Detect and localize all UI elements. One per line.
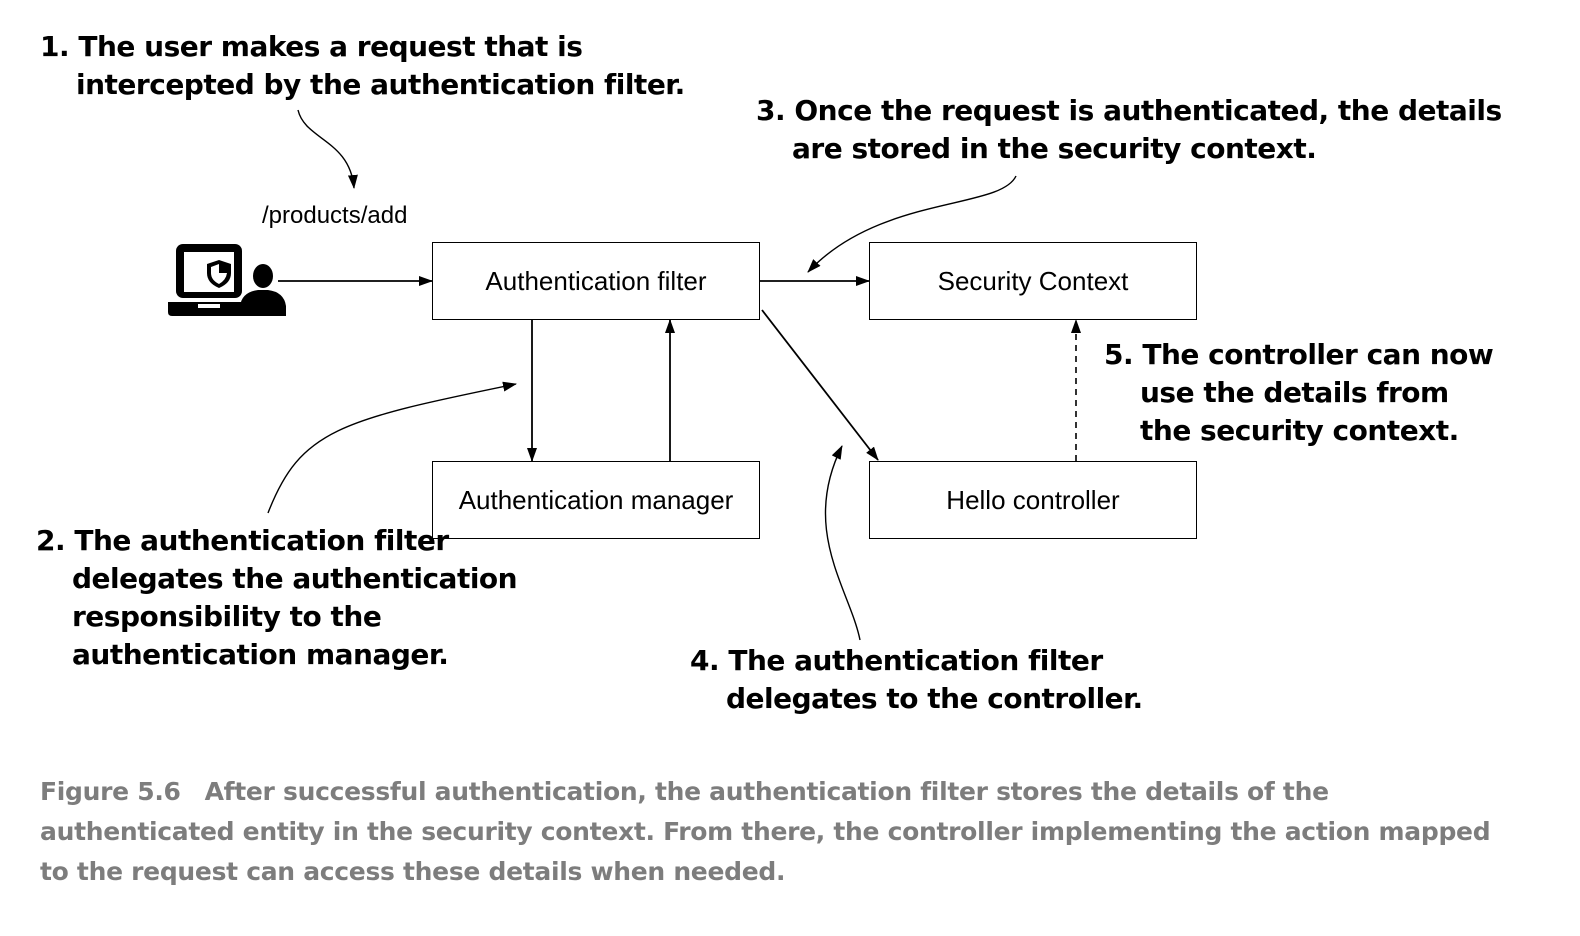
user-laptop-icon [168,240,288,320]
note-step-5-line-1: 5. The controller can now [1104,338,1494,371]
note-step-1: 1. The user makes a request that is inte… [40,28,685,104]
note-step-4: 4. The authentication filter delegates t… [690,642,1143,718]
figure-caption: Figure 5.6 After successful authenticatio… [40,772,1560,892]
security-context-label: Security Context [937,265,1129,296]
note-step-5-line-3: the security context. [1140,414,1459,447]
user-icon [240,264,286,316]
authentication-manager-label: Authentication manager [458,484,734,515]
security-context-box: Security Context [869,242,1197,320]
note-step-1-line-2: intercepted by the authentication filter… [76,68,685,101]
note-step-1-line-1: 1. The user makes a request that is [40,30,583,63]
authentication-filter-label: Authentication filter [485,265,707,296]
note-step-5-line-2: use the details from [1140,376,1449,409]
figure-caption-line-1: Figure 5.6 After successful authenticatio… [40,772,1560,812]
callout-curve-step4 [824,445,861,641]
note-step-2-line-2: delegates the authentication [72,562,518,595]
hello-controller-label: Hello controller [946,484,1120,515]
note-step-3-line-1: 3. Once the request is authenticated, th… [756,94,1502,127]
note-step-4-line-2: delegates to the controller. [726,682,1143,715]
note-step-3-line-2: are stored in the security context. [792,132,1317,165]
note-step-2: 2. The authentication filter delegates t… [36,522,518,674]
request-path-label: /products/add [262,202,408,229]
note-step-3: 3. Once the request is authenticated, th… [756,92,1502,168]
hello-controller-box: Hello controller [869,461,1197,539]
note-step-2-line-3: responsibility to the [72,600,382,633]
arrow-filter-to-controller [761,309,879,461]
note-step-4-line-1: 4. The authentication filter [690,644,1103,677]
authentication-filter-box: Authentication filter [432,242,760,320]
figure-caption-line-2: authenticated entity in the security con… [40,817,1491,846]
note-step-2-line-1: 2. The authentication filter [36,524,449,557]
callout-curve-step1 [297,109,358,189]
note-step-2-line-4: authentication manager. [72,638,449,671]
figure-caption-text-1: After successful authentication, the aut… [204,777,1329,806]
figure-caption-line-3: to the request can access these details … [40,857,786,886]
figure-label: Figure 5.6 [40,777,181,806]
note-step-5: 5. The controller can now use the detail… [1104,336,1494,450]
